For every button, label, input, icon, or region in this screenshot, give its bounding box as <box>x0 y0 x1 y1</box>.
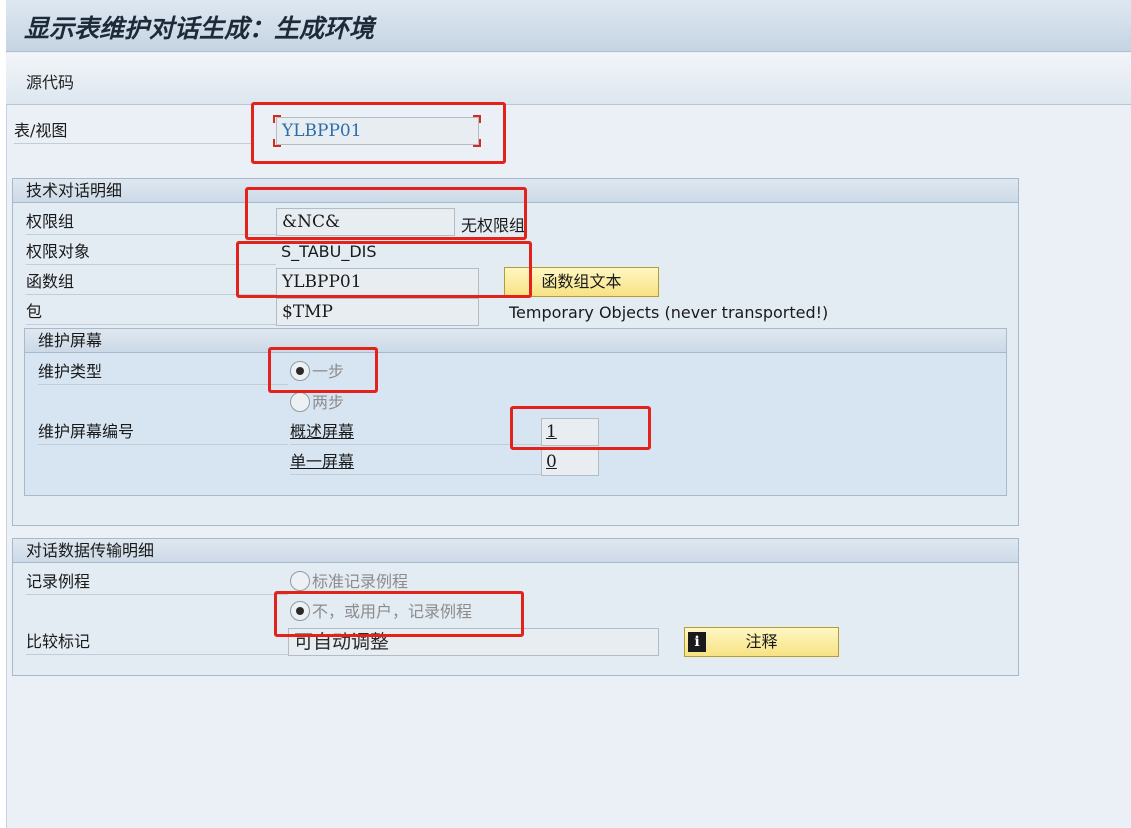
function-group-label: 函数组 <box>26 271 276 295</box>
compare-flag-label: 比较标记 <box>26 631 288 655</box>
transport-details-title: 对话数据传输明细 <box>13 539 1018 563</box>
radio-no-recording-label: 不，或用户，记录例程 <box>312 602 473 621</box>
required-bracket-tl <box>273 115 281 123</box>
required-bracket-bl <box>273 139 281 147</box>
radio-unselected-icon <box>290 570 310 591</box>
function-group-text-button[interactable]: 函数组文本 <box>504 267 659 297</box>
auth-object-label: 权限对象 <box>26 241 276 265</box>
radio-selected-icon <box>290 360 310 381</box>
info-icon: i <box>688 632 706 652</box>
auth-group-field[interactable]: &NC& <box>276 208 455 236</box>
radio-unselected-icon <box>290 391 310 412</box>
single-screen-link[interactable]: 单一屏幕 <box>290 451 542 475</box>
required-bracket-tr <box>473 115 481 123</box>
package-label: 包 <box>26 301 276 325</box>
radio-standard-recording[interactable]: 标准记录例程 <box>290 570 409 595</box>
source-code-button[interactable]: 源代码 <box>26 69 74 93</box>
compare-flag-field[interactable]: 可自动调整 <box>288 628 659 656</box>
radio-no-recording[interactable]: 不，或用户，记录例程 <box>290 600 473 625</box>
recording-routine-label: 记录例程 <box>26 571 288 595</box>
technical-details-title: 技术对话明细 <box>13 179 1018 203</box>
auth-object-value: S_TABU_DIS <box>281 242 377 261</box>
notes-button-label: 注释 <box>745 632 778 651</box>
notes-button[interactable]: i 注释 <box>684 627 839 657</box>
radio-one-step[interactable]: 一步 <box>290 360 345 385</box>
radio-standard-recording-label: 标准记录例程 <box>312 572 409 591</box>
title-bar: 显示表维护对话生成：生成环境 <box>6 0 1131 52</box>
function-group-field[interactable]: YLBPP01 <box>276 268 479 296</box>
radio-two-step[interactable]: 两步 <box>290 391 345 416</box>
window-title: 显示表维护对话生成：生成环境 <box>24 14 375 43</box>
maintenance-type-label: 维护类型 <box>38 361 288 385</box>
table-view-label: 表/视图 <box>14 120 254 144</box>
radio-selected-icon <box>290 600 310 621</box>
required-bracket-br <box>473 139 481 147</box>
package-field[interactable]: $TMP <box>276 298 479 326</box>
overview-screen-field[interactable]: 1 <box>541 418 599 446</box>
application-toolbar: 源代码 <box>6 53 1131 105</box>
auth-group-description: 无权限组 <box>461 216 526 235</box>
overview-screen-link[interactable]: 概述屏幕 <box>290 421 542 445</box>
radio-one-step-label: 一步 <box>312 362 345 381</box>
screen-number-label: 维护屏幕编号 <box>38 421 288 445</box>
package-description: Temporary Objects (never transported!) <box>509 303 829 322</box>
maintenance-screen-title: 维护屏幕 <box>25 329 1006 353</box>
table-view-field[interactable]: YLBPP01 <box>276 117 479 145</box>
auth-group-label: 权限组 <box>26 211 276 235</box>
single-screen-field[interactable]: 0 <box>541 448 599 476</box>
radio-two-step-label: 两步 <box>312 393 345 412</box>
